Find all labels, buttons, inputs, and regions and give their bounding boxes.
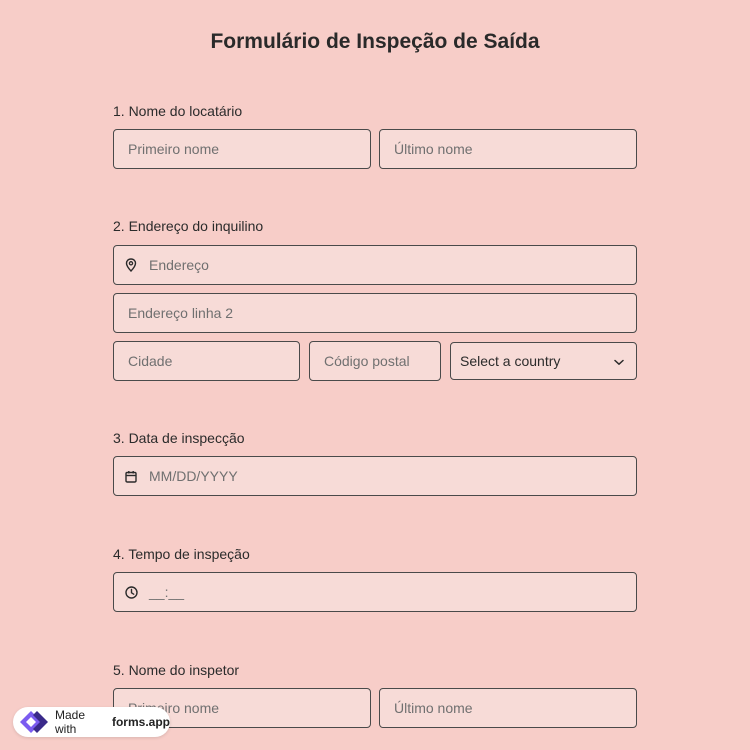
inspection-time-placeholder: __:__ <box>149 584 185 600</box>
question-5-label: 5. Nome do inspetor <box>113 662 240 678</box>
badge-prefix: Made with <box>55 708 86 736</box>
address-line-2-input[interactable]: Endereço linha 2 <box>113 293 637 333</box>
tenant-first-name-placeholder: Primeiro nome <box>128 141 220 157</box>
location-pin-icon <box>124 258 138 272</box>
address-input[interactable]: Endereço <box>113 245 637 285</box>
tenant-first-name-input[interactable]: Primeiro nome <box>113 129 371 169</box>
address-placeholder: Endereço <box>149 257 209 273</box>
forms-app-logo-icon <box>19 710 49 734</box>
question-4-label: 4. Tempo de inspeção <box>113 546 250 562</box>
made-with-badge[interactable]: Made with forms.app <box>13 707 170 737</box>
chevron-down-icon <box>614 353 624 369</box>
clock-icon <box>124 585 138 599</box>
question-2-label: 2. Endereço do inquilino <box>113 218 264 234</box>
city-placeholder: Cidade <box>128 353 173 369</box>
inspection-time-input[interactable]: __:__ <box>113 572 637 612</box>
inspector-last-name-input[interactable]: Último nome <box>379 688 637 728</box>
question-3-label: 3. Data de inspecção <box>113 430 245 446</box>
tenant-last-name-input[interactable]: Último nome <box>379 129 637 169</box>
postal-code-input[interactable]: Código postal <box>309 341 441 381</box>
inspection-date-placeholder: MM/DD/YYYY <box>149 468 238 484</box>
inspector-last-name-placeholder: Último nome <box>394 700 473 716</box>
city-input[interactable]: Cidade <box>113 341 300 381</box>
page-title: Formulário de Inspeção de Saída <box>210 30 540 53</box>
form-page: Formulário de Inspeção de Saída 1. Nome … <box>0 0 750 750</box>
question-1-label: 1. Nome do locatário <box>113 103 243 119</box>
country-select-value: Select a country <box>460 353 561 369</box>
postal-code-placeholder: Código postal <box>324 353 410 369</box>
calendar-icon <box>124 469 138 483</box>
badge-brand: forms.app <box>111 715 170 729</box>
address-line-2-placeholder: Endereço linha 2 <box>128 305 234 321</box>
tenant-last-name-placeholder: Último nome <box>394 141 473 157</box>
inspection-date-input[interactable]: MM/DD/YYYY <box>113 456 637 496</box>
country-select[interactable]: Select a country <box>450 342 637 380</box>
